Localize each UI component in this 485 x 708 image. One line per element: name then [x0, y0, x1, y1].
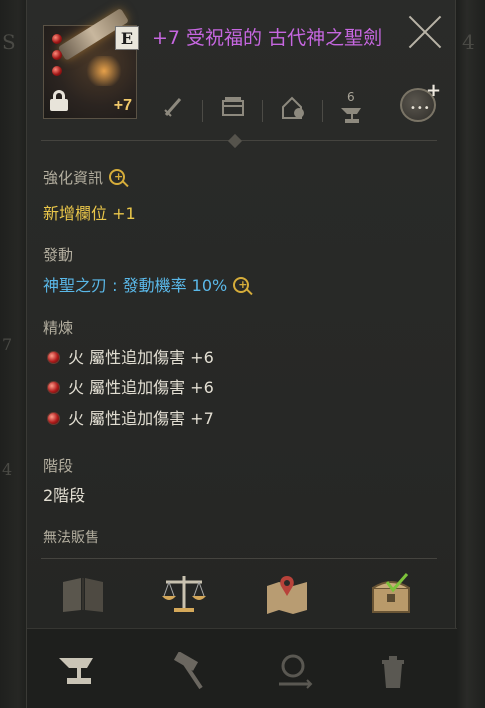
chat-add-button[interactable]: ••• + [400, 80, 441, 122]
magnifier-swap-icon[interactable] [273, 652, 317, 692]
refine-label: 精煉 [43, 319, 74, 337]
toolbar-separator [322, 100, 323, 122]
treasure-chest-icon[interactable] [367, 572, 415, 616]
refine-row: 火 屬性追加傷害 +7 [47, 405, 214, 429]
actions-divider [41, 558, 437, 559]
socket-gem-icon [52, 34, 62, 44]
refine-row: 火 屬性追加傷害 +6 [47, 374, 214, 398]
activation-text: 神聖之刃 : 發動機率 10% + [43, 276, 250, 295]
anvil-icon[interactable] [339, 103, 365, 133]
new-slot-text: 新增欄位 +1 [43, 204, 136, 223]
socket-gem-icon [52, 50, 62, 60]
scales-icon[interactable] [160, 572, 208, 616]
background-glyph: 4 [462, 30, 475, 54]
zoom-icon[interactable]: + [109, 169, 126, 185]
lock-icon [50, 90, 68, 111]
enhance-info-label: 強化資訊 + [43, 169, 126, 187]
item-title: +7 受祝福的 古代神之聖劍 [152, 27, 383, 49]
enhance-level: +7 [113, 97, 132, 114]
chest-icon[interactable] [220, 95, 246, 125]
item-glow [84, 56, 124, 86]
map-icon[interactable] [263, 572, 311, 616]
activation-label: 發動 [43, 246, 74, 264]
item-tooltip-panel: +7 E +7 受祝福的 古代神之聖劍 6 ••• + 強化資訊 + 新增欄位 +… [26, 0, 457, 708]
fire-gem-icon [47, 412, 60, 425]
book-icon[interactable] [59, 572, 107, 616]
tier-value: 2階段 [43, 486, 86, 505]
plus-icon: + [426, 80, 442, 101]
hammer-icon[interactable] [167, 651, 211, 692]
grade-badge: E [115, 26, 139, 50]
sword-icon[interactable] [160, 95, 186, 125]
house-icon[interactable] [280, 95, 306, 125]
toolbar-separator [202, 100, 203, 122]
socket-gem-icon [52, 66, 62, 76]
background-glyph: 4 [2, 460, 13, 479]
close-button[interactable] [407, 14, 443, 50]
fire-gem-icon [47, 351, 60, 364]
divider-ornament [227, 133, 243, 149]
refine-row: 火 屬性追加傷害 +6 [47, 344, 214, 368]
toolbar-separator [262, 100, 263, 122]
background-glyph: 7 [2, 335, 13, 354]
sell-status: 無法販售 [43, 530, 99, 546]
background-right-panel [455, 0, 485, 708]
tier-label: 階段 [43, 457, 74, 475]
trash-icon[interactable] [372, 652, 416, 692]
zoom-icon[interactable]: + [233, 277, 250, 293]
fire-gem-icon [47, 381, 60, 394]
anvil-icon[interactable] [57, 652, 101, 692]
anvil-count: 6 [347, 90, 355, 104]
background-glyph: S [2, 30, 16, 54]
chat-icon: ••• [410, 103, 431, 114]
